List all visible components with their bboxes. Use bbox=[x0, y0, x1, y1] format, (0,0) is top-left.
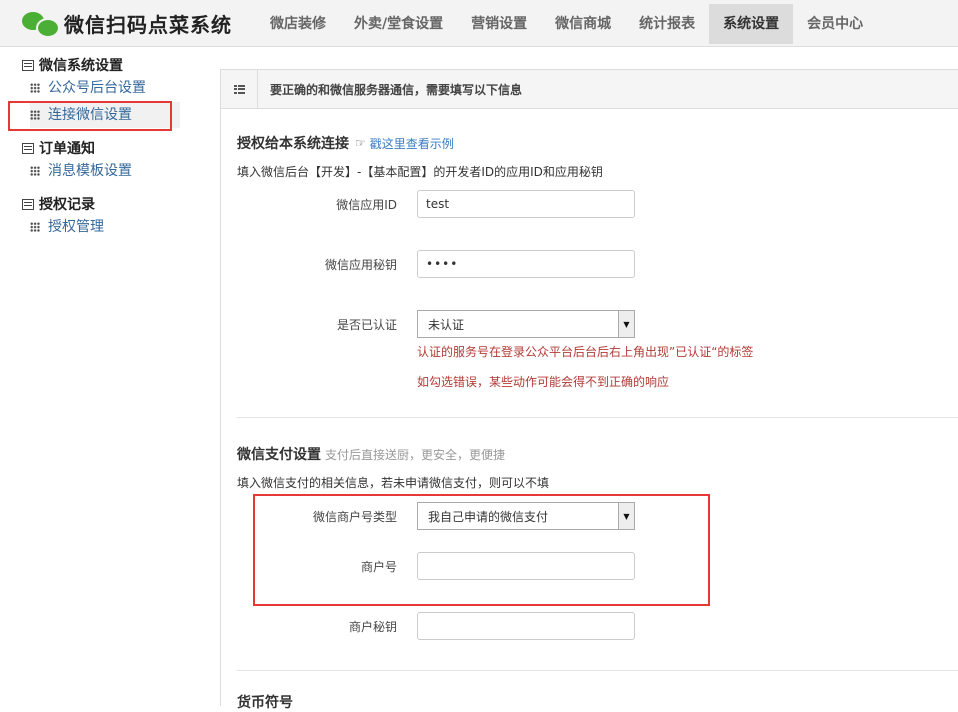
section-divider bbox=[237, 670, 958, 671]
grid-icon bbox=[30, 166, 40, 176]
verified-warning-2: 如勾选错误，某些动作可能会得不到正确的响应 bbox=[417, 375, 670, 389]
list-icon bbox=[22, 198, 34, 210]
main-nav: 微店装修 外卖/堂食设置 营销设置 微信商城 统计报表 系统设置 会员中心 bbox=[256, 4, 877, 44]
sidebar-item-message-template[interactable]: 消息模板设置 bbox=[30, 158, 180, 184]
sidebar-group-wechat-settings: 微信系统设置 bbox=[22, 55, 123, 75]
example-link[interactable]: 戳这里查看示例 bbox=[370, 135, 454, 152]
nav-item-system-settings[interactable]: 系统设置 bbox=[709, 4, 794, 44]
app-id-input[interactable] bbox=[417, 190, 635, 218]
pay-section-subtitle: 支付后直接送厨，更安全，更便捷 bbox=[325, 448, 506, 462]
list-icon bbox=[22, 59, 34, 71]
list-icon bbox=[221, 70, 258, 108]
panel-header: 要正确的和微信服务器通信，需要填写以下信息 bbox=[221, 70, 958, 109]
annotation-highlight-sidebar bbox=[8, 101, 172, 131]
grid-icon bbox=[30, 83, 40, 93]
wechat-logo-icon bbox=[22, 10, 60, 38]
list-icon bbox=[22, 142, 34, 154]
app-secret-input[interactable]: •••• bbox=[417, 250, 635, 278]
nav-item-marketing-settings[interactable]: 营销设置 bbox=[457, 4, 541, 44]
pay-description: 填入微信支付的相关信息，若未申请微信支付，则可以不填 bbox=[237, 476, 550, 490]
app-secret-label: 微信应用秘钥 bbox=[324, 258, 397, 272]
app-logo[interactable]: 微信扫码点菜系统 bbox=[22, 8, 232, 38]
annotation-highlight-merchant bbox=[253, 494, 710, 606]
currency-section-title: 货币符号 bbox=[237, 695, 293, 711]
top-bar: 微信扫码点菜系统 微店装修 外卖/堂食设置 营销设置 微信商城 统计报表 系统设… bbox=[0, 0, 958, 47]
section-divider bbox=[237, 417, 958, 418]
nav-item-wechat-mall[interactable]: 微信商城 bbox=[541, 4, 625, 44]
auth-section-title-row: 授权给本系统连接 ☞ 戳这里查看示例 bbox=[237, 133, 454, 153]
sidebar-item-auth-management[interactable]: 授权管理 bbox=[30, 214, 180, 240]
verified-select[interactable]: 未认证 ▼ bbox=[417, 310, 635, 338]
nav-item-takeout-settings[interactable]: 外卖/堂食设置 bbox=[340, 4, 457, 44]
app-title: 微信扫码点菜系统 bbox=[64, 12, 232, 37]
app-id-label: 微信应用ID bbox=[336, 198, 397, 212]
panel-header-text: 要正确的和微信服务器通信，需要填写以下信息 bbox=[270, 82, 523, 97]
sidebar-group-order-notify: 订单通知 bbox=[22, 138, 95, 158]
sidebar-group-auth-records: 授权记录 bbox=[22, 194, 95, 214]
merchant-secret-label: 商户秘钥 bbox=[348, 620, 397, 634]
verified-warning-1: 认证的服务号在登录公众平台后台后右上角出现”已认证“的标签 bbox=[417, 345, 754, 359]
auth-description: 填入微信后台【开发】-【基本配置】的开发者ID的应用ID和应用秘钥 bbox=[237, 165, 603, 179]
nav-item-shop-decoration[interactable]: 微店装修 bbox=[256, 4, 340, 44]
dropdown-arrow-icon: ▼ bbox=[618, 311, 634, 337]
pointing-hand-icon: ☞ bbox=[355, 136, 366, 150]
grid-icon bbox=[30, 222, 40, 232]
merchant-secret-input[interactable] bbox=[417, 612, 635, 640]
sidebar: 微信系统设置 公众号后台设置 连接微信设置 订单通知 消息模板设置 授权记录 授… bbox=[0, 47, 200, 705]
nav-item-member-center[interactable]: 会员中心 bbox=[793, 4, 877, 44]
verified-select-value: 未认证 bbox=[428, 317, 465, 332]
sidebar-item-official-account[interactable]: 公众号后台设置 bbox=[30, 75, 180, 101]
pay-section-title: 微信支付设置 bbox=[237, 447, 321, 463]
nav-item-statistics[interactable]: 统计报表 bbox=[625, 4, 709, 44]
auth-section-title: 授权给本系统连接 bbox=[237, 136, 349, 152]
verified-label: 是否已认证 bbox=[336, 318, 397, 332]
pay-section-title-row: 微信支付设置 支付后直接送厨，更安全，更便捷 bbox=[237, 444, 505, 464]
